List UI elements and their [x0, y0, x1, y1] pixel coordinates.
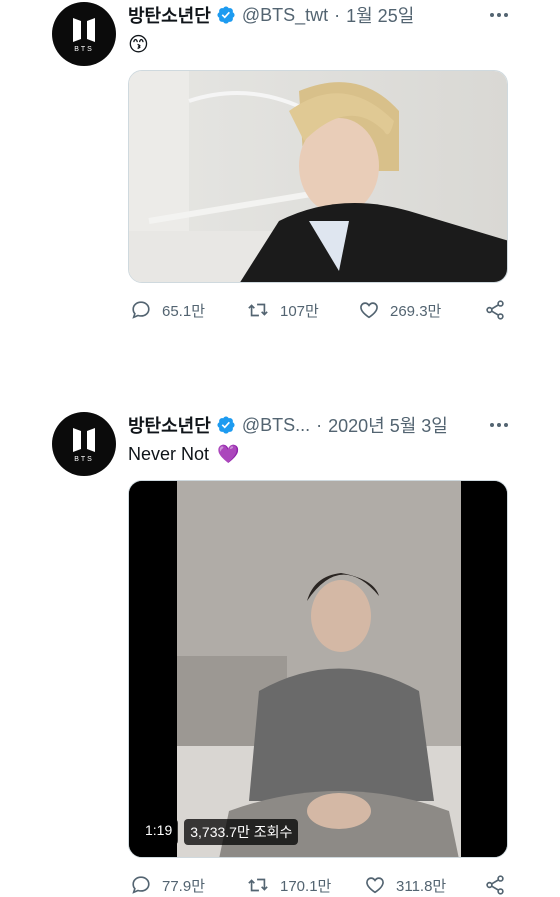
verified-badge-icon — [216, 415, 236, 435]
display-name[interactable]: 방탄소년단 — [128, 2, 211, 28]
share-icon — [486, 300, 504, 320]
more-options-icon[interactable] — [490, 2, 508, 28]
handle[interactable]: @BTS_twt — [242, 5, 328, 26]
verified-badge-icon — [216, 5, 236, 25]
video-views: 3,733.7만 조회수 — [184, 819, 299, 845]
tweet-header: 방탄소년단 @BTS... · 2020년 5월 3일 — [128, 412, 508, 438]
tweet-actions: 65.1만 107만 269.3만 — [128, 298, 508, 322]
reply-icon — [132, 301, 150, 319]
tweet-actions: 77.9만 170.1만 311.8만 — [128, 873, 508, 897]
bts-logo-icon — [73, 427, 95, 452]
retweet-count: 107만 — [280, 302, 319, 320]
avatar[interactable]: BTS — [52, 2, 116, 66]
tweet-text-content: Never Not — [128, 443, 210, 464]
purple-heart-emoji: 💜 — [217, 443, 240, 464]
share-button[interactable] — [484, 298, 506, 322]
tweet-text: 😙 — [128, 30, 149, 58]
video-meta: 1:19 3,733.7만 조회수 — [139, 819, 299, 845]
reply-button[interactable]: 65.1만 — [130, 298, 205, 322]
reply-button[interactable]: 77.9만 — [130, 873, 205, 897]
tweet-2[interactable]: BTS 방탄소년단 @BTS... · 2020년 5월 3일 Never No… — [0, 400, 560, 897]
tweet-photo[interactable] — [128, 70, 508, 283]
avatar-logo-text: BTS — [74, 455, 94, 463]
video-duration: 1:19 — [139, 819, 179, 845]
like-count: 269.3만 — [390, 302, 442, 320]
timestamp[interactable]: 1월 25일 — [346, 2, 414, 28]
reply-icon — [132, 876, 150, 894]
retweet-icon — [248, 303, 268, 317]
display-name[interactable]: 방탄소년단 — [128, 412, 211, 438]
like-button[interactable]: 269.3만 — [358, 298, 441, 322]
share-icon — [486, 875, 504, 895]
retweet-button[interactable]: 107만 — [246, 298, 319, 322]
tweet-video[interactable]: 1:19 3,733.7만 조회수 — [128, 480, 508, 858]
retweet-icon — [248, 878, 268, 892]
share-button[interactable] — [484, 873, 506, 897]
bts-logo-icon — [73, 17, 95, 42]
tweet-1[interactable]: BTS 방탄소년단 @BTS_twt · 1월 25일 😙 65.1만 107만… — [0, 0, 560, 340]
retweet-count: 170.1만 — [280, 877, 332, 895]
more-options-icon[interactable] — [490, 412, 508, 438]
like-button[interactable]: 311.8만 — [364, 873, 446, 897]
reply-count: 65.1만 — [162, 302, 205, 320]
like-count: 311.8만 — [396, 877, 447, 895]
avatar[interactable]: BTS — [52, 412, 116, 476]
avatar-logo-text: BTS — [74, 45, 94, 53]
timestamp[interactable]: 2020년 5월 3일 — [328, 412, 448, 438]
handle[interactable]: @BTS... — [242, 415, 310, 436]
photo-image — [129, 71, 507, 282]
heart-icon — [366, 877, 384, 894]
heart-icon — [360, 302, 378, 319]
reply-count: 77.9만 — [162, 877, 205, 895]
retweet-button[interactable]: 170.1만 — [246, 873, 331, 897]
separator: · — [334, 4, 341, 25]
separator: · — [316, 414, 323, 435]
tweet-header: 방탄소년단 @BTS_twt · 1월 25일 — [128, 2, 508, 28]
video-thumbnail — [129, 481, 507, 857]
tweet-emoji: 😙 — [128, 33, 149, 56]
tweet-text: Never Not 💜 — [128, 440, 239, 468]
